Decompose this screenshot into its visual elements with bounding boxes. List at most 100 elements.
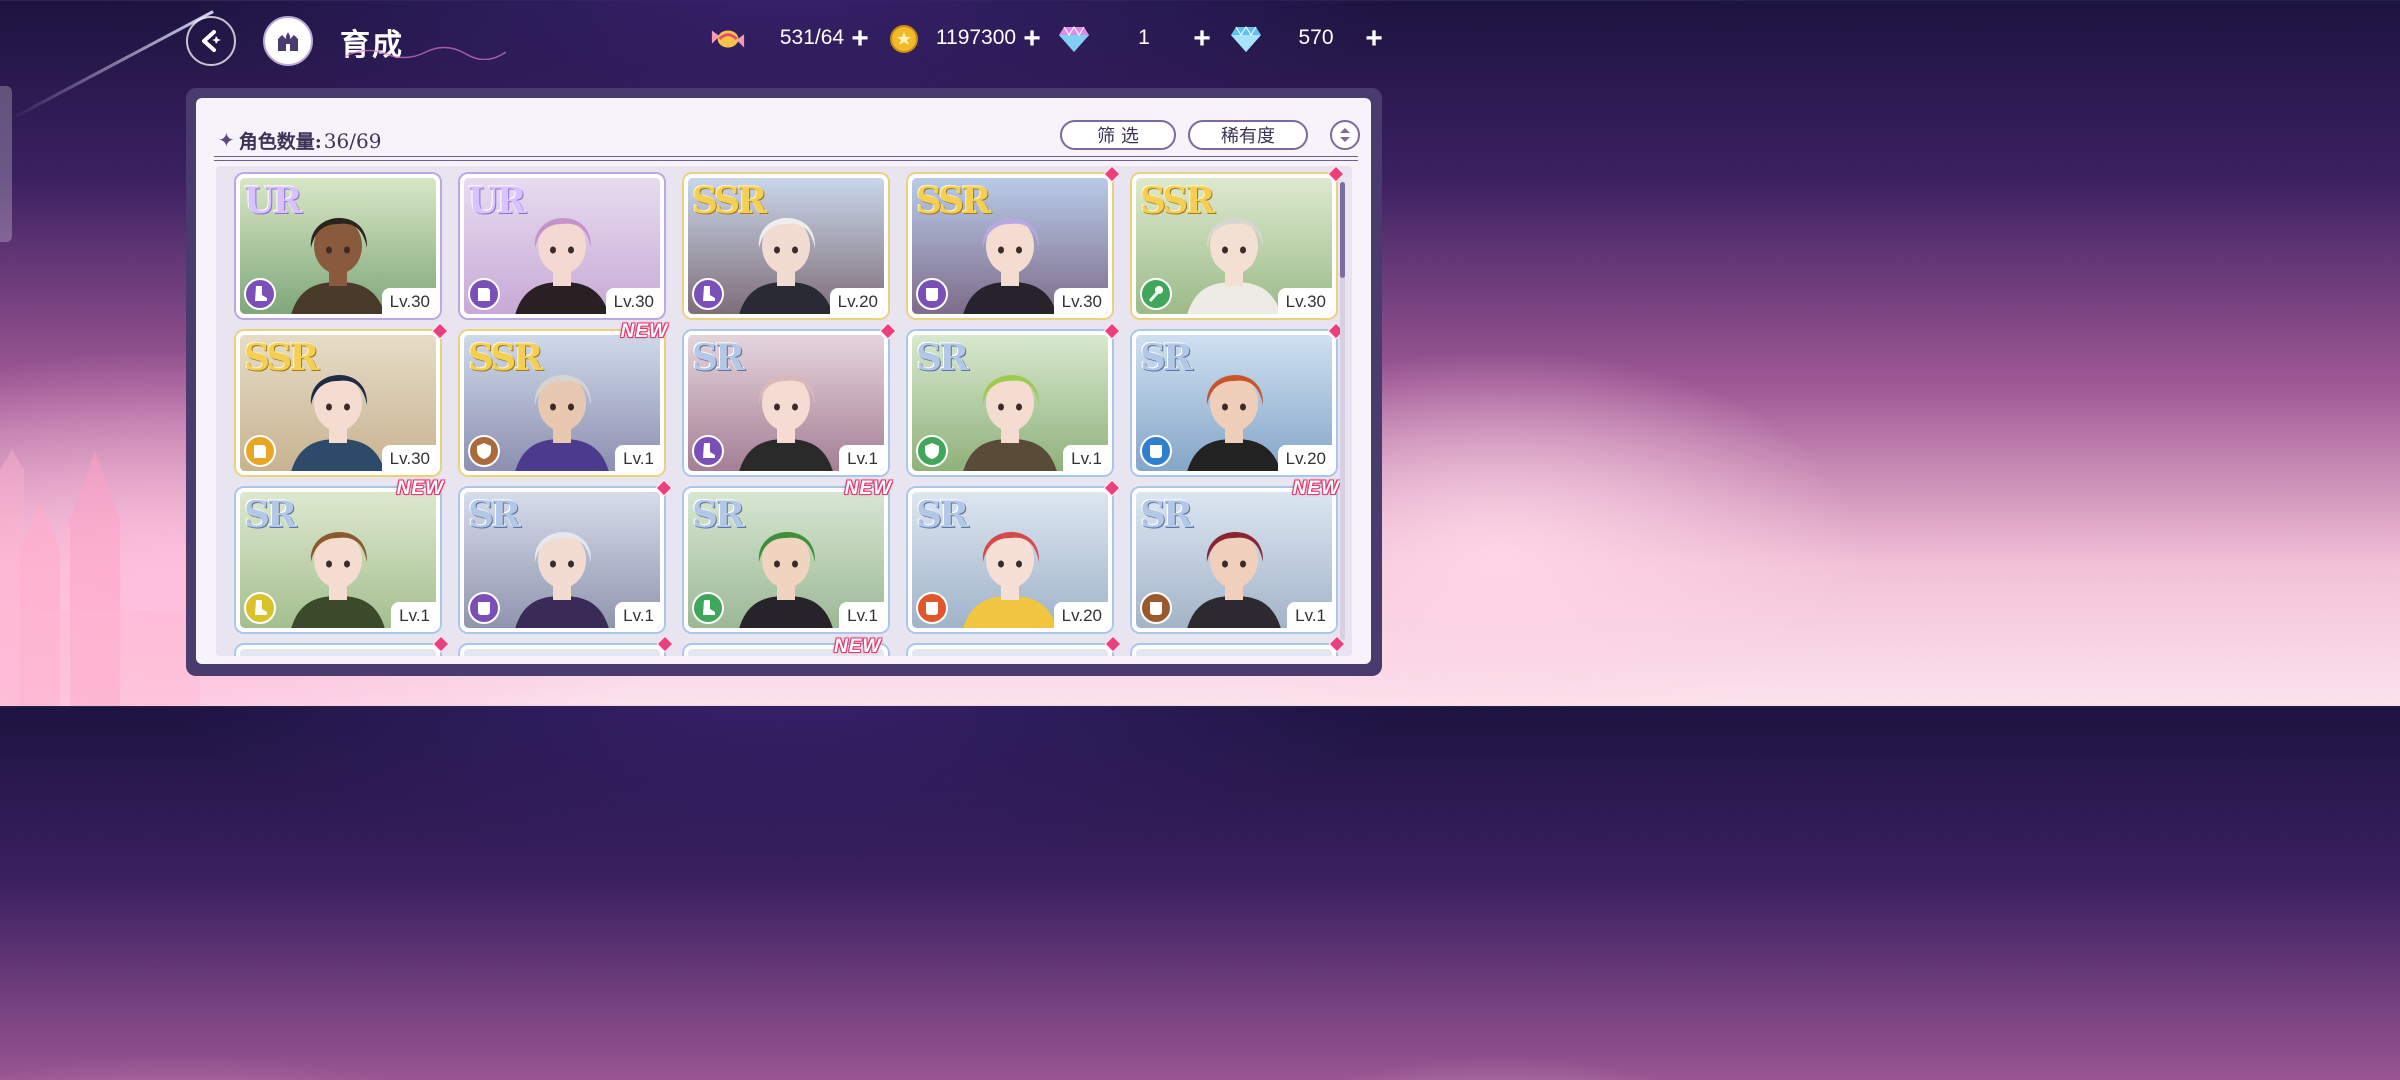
character-card[interactable]: SR Lv.1 <box>684 322 897 475</box>
class-type-icon <box>244 278 276 310</box>
rarity-label: SSR <box>468 337 543 379</box>
character-portrait <box>912 649 1108 656</box>
new-badge: NEW <box>396 478 444 499</box>
character-card[interactable]: SSR Lv.30 <box>236 322 449 475</box>
pink-gem-value: 1 <box>1138 26 1150 49</box>
character-card[interactable]: SR Lv.1 NEW <box>236 478 443 632</box>
rarity-label: SR <box>244 494 297 536</box>
character-level: Lv.1 <box>839 445 884 471</box>
rarity-label: SR <box>692 337 745 379</box>
pink-gem-add-button[interactable]: + <box>1189 24 1215 54</box>
rarity-label: SR <box>692 494 745 536</box>
character-level: Lv.30 <box>1053 288 1108 314</box>
class-type-icon <box>244 435 276 467</box>
class-type-icon <box>468 278 500 310</box>
class-type-icon <box>692 278 724 310</box>
character-card[interactable]: SSR Lv.30 <box>1132 166 1345 318</box>
header-divider <box>214 156 1358 161</box>
grid-scrollbar[interactable] <box>1340 182 1345 640</box>
character-level: Lv.1 <box>1063 445 1108 471</box>
candy-icon <box>710 22 746 56</box>
filter-button[interactable]: 筛 选 <box>1060 120 1176 150</box>
candy-add-button[interactable]: + <box>847 24 873 54</box>
rarity-label: SR <box>1140 494 1193 536</box>
back-arrow-icon <box>202 30 221 52</box>
sort-arrows-icon <box>1340 128 1350 142</box>
class-type-icon <box>916 435 948 467</box>
sort-order-button[interactable] <box>1330 120 1360 150</box>
rarity-label: SSR <box>916 180 991 222</box>
character-count-label: 角色数量: <box>238 131 322 153</box>
character-card[interactable] <box>908 645 1112 656</box>
gold-value: 1197300 <box>935 26 1017 49</box>
new-badge: NEW <box>844 478 892 499</box>
character-level: Lv.20 <box>1053 602 1108 628</box>
character-card[interactable]: SSR Lv.20 <box>684 174 888 318</box>
character-level: Lv.30 <box>381 445 436 471</box>
grid-scrollbar-thumb[interactable] <box>1340 182 1345 278</box>
character-count: ✦ 角色数量: 36/69 <box>218 127 381 154</box>
character-card[interactable] <box>1132 645 1336 656</box>
character-card[interactable]: SSR Lv.30 <box>908 166 1121 318</box>
character-card[interactable] <box>460 645 664 656</box>
class-type-icon <box>916 278 948 310</box>
rarity-label: UR <box>468 180 526 222</box>
character-portrait <box>464 649 660 656</box>
class-type-icon <box>468 435 500 467</box>
character-panel: ✦ 角色数量: 36/69 筛 选 稀有度 UR Lv.30 UR Lv.30 SSR L… <box>186 88 1382 676</box>
rarity-sort-button[interactable]: 稀有度 <box>1188 120 1308 150</box>
sparkle-icon: ✦ <box>218 130 235 152</box>
class-type-icon <box>1140 278 1172 310</box>
character-card[interactable]: SR Lv.1 NEW <box>684 478 891 632</box>
back-button[interactable] <box>186 16 236 66</box>
class-type-icon <box>916 592 948 624</box>
character-card[interactable]: SR Lv.1 NEW <box>1132 478 1339 632</box>
character-card[interactable]: SR Lv.20 <box>1132 322 1345 475</box>
side-tab <box>0 86 12 242</box>
character-level: Lv.1 <box>391 602 436 628</box>
blue-gem-value: 570 <box>1298 26 1334 49</box>
class-type-icon <box>244 592 276 624</box>
character-portrait <box>240 649 436 656</box>
character-card[interactable] <box>236 645 440 656</box>
rarity-label: SR <box>1140 337 1193 379</box>
rarity-label: SR <box>468 494 521 536</box>
new-badge: NEW <box>834 636 882 656</box>
class-type-icon <box>1140 592 1172 624</box>
rarity-label: SR <box>916 337 969 379</box>
gold-add-button[interactable]: + <box>1019 24 1045 54</box>
class-type-icon <box>692 435 724 467</box>
character-level: Lv.20 <box>829 288 884 314</box>
character-level: Lv.1 <box>839 602 884 628</box>
character-level: Lv.1 <box>615 445 660 471</box>
new-badge: NEW <box>620 321 668 342</box>
class-type-icon <box>468 592 500 624</box>
character-level: Lv.30 <box>381 288 436 314</box>
gold-coin-icon <box>886 22 922 56</box>
blue-gem-add-button[interactable]: + <box>1361 24 1387 54</box>
character-card[interactable]: SR Lv.1 <box>460 479 673 632</box>
character-level: Lv.1 <box>615 602 660 628</box>
character-level: Lv.30 <box>1277 288 1332 314</box>
class-type-icon <box>1140 435 1172 467</box>
character-card[interactable]: SSR Lv.1 NEW <box>460 321 667 475</box>
character-card[interactable]: SR Lv.1 <box>908 322 1121 475</box>
pink-gem-icon <box>1056 22 1092 56</box>
character-level: Lv.30 <box>605 288 660 314</box>
rarity-label: UR <box>244 180 302 222</box>
character-card[interactable]: UR Lv.30 <box>236 174 440 318</box>
rarity-label: SR <box>916 494 969 536</box>
home-button[interactable] <box>263 16 313 66</box>
character-grid: UR Lv.30 UR Lv.30 SSR Lv.20 SSR Lv.30 SSR Lv.30 SS… <box>216 166 1352 656</box>
character-count-value: 36/69 <box>323 128 382 153</box>
character-level: Lv.20 <box>1277 445 1332 471</box>
castle-home-icon <box>278 32 298 51</box>
character-portrait <box>1136 649 1332 656</box>
character-card[interactable]: UR Lv.30 <box>460 174 664 318</box>
light-streak-decoration <box>9 10 214 121</box>
rarity-label: SSR <box>692 180 767 222</box>
class-type-icon <box>692 592 724 624</box>
character-level: Lv.1 <box>1287 602 1332 628</box>
character-card[interactable]: SR Lv.20 <box>908 479 1121 632</box>
title-decoration <box>346 46 506 60</box>
